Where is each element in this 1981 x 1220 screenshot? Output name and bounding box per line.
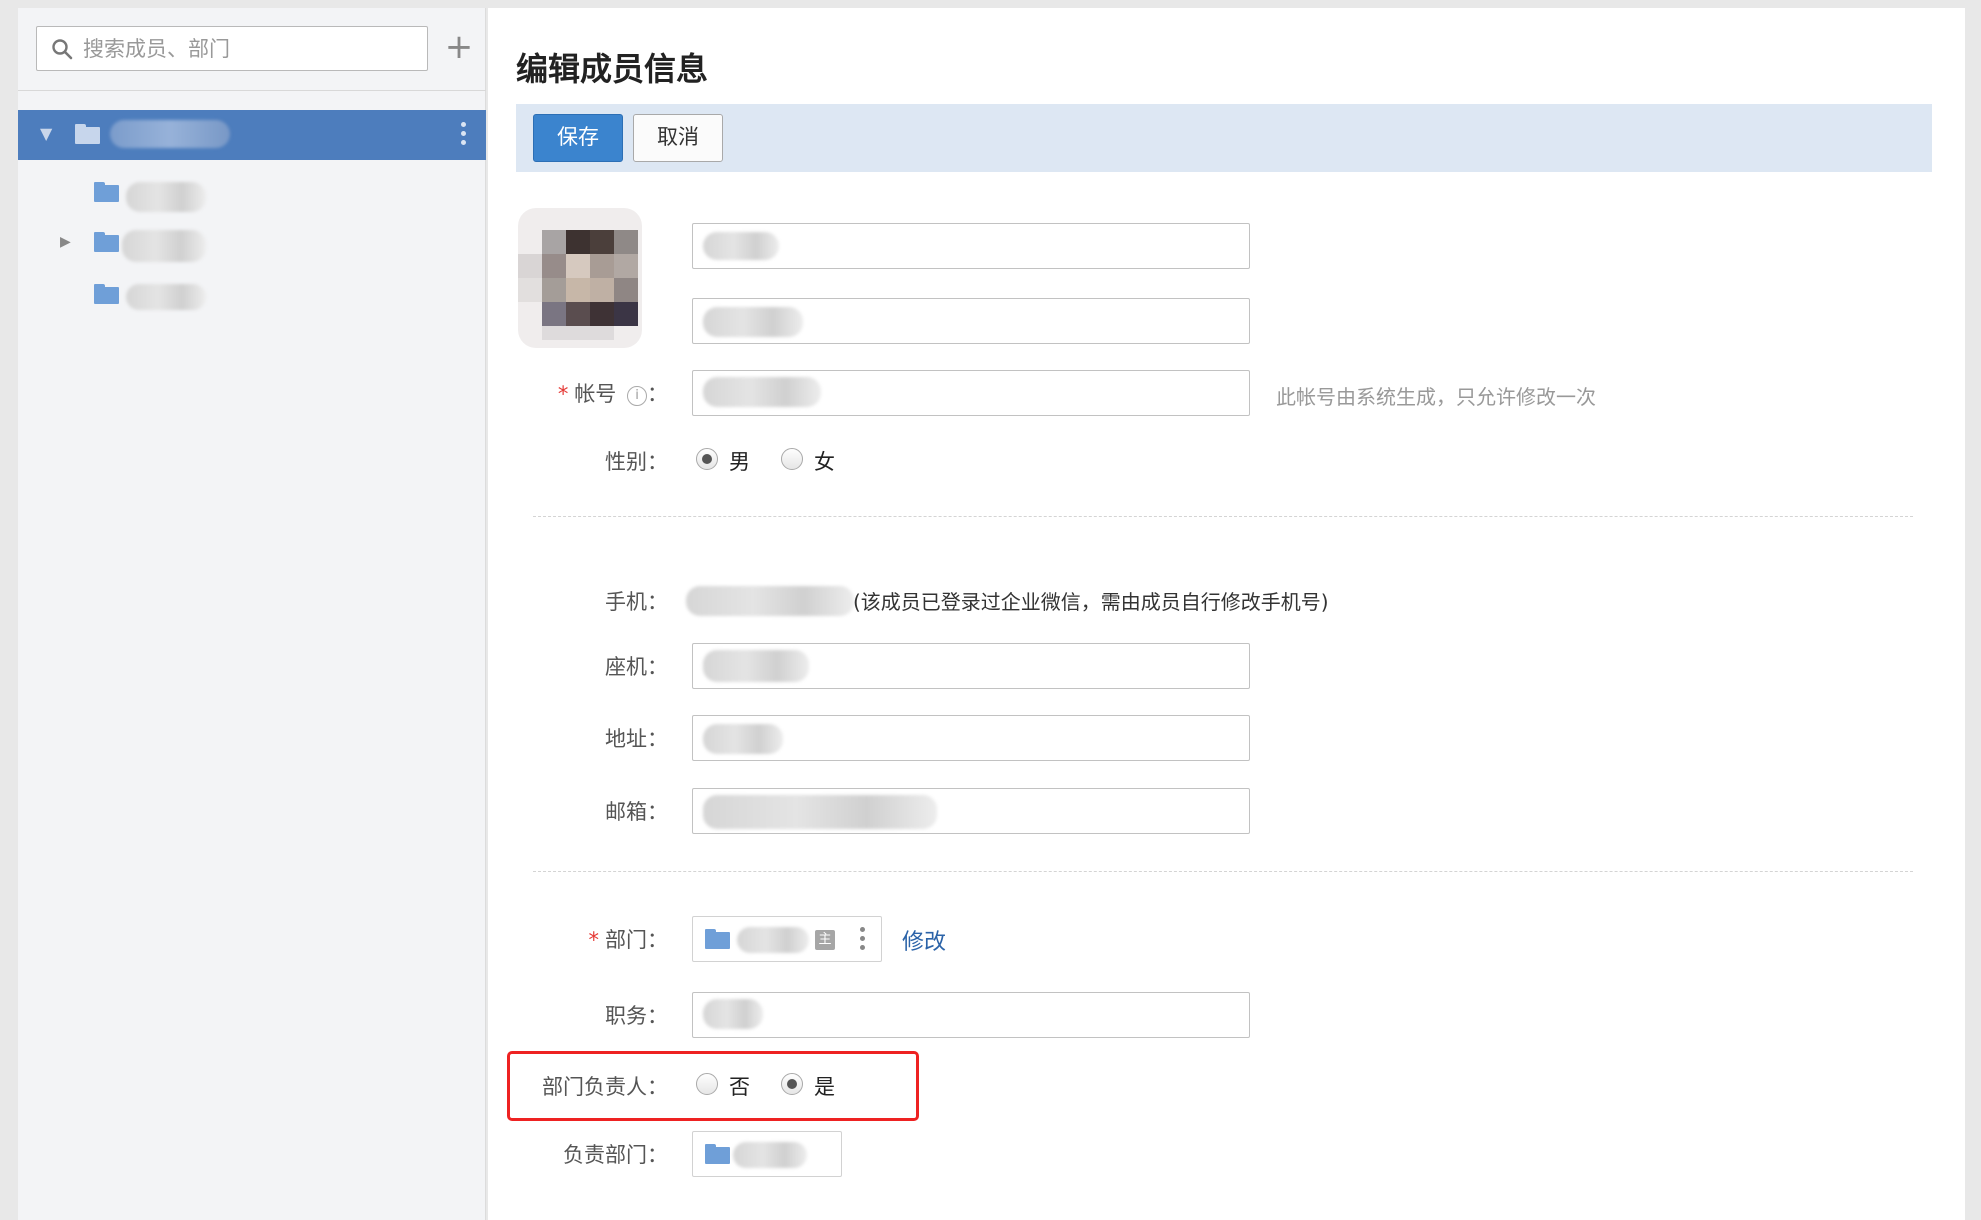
landline-field[interactable]: [692, 643, 1250, 689]
dept-head-label: 部门负责人：: [542, 1075, 668, 1099]
dept-head-no-radio[interactable]: [696, 1073, 718, 1095]
add-button[interactable]: +: [442, 30, 476, 66]
alias-field[interactable]: [692, 298, 1250, 344]
email-label: 邮箱：: [605, 800, 668, 824]
redacted-name: [122, 230, 206, 262]
info-icon[interactable]: i: [627, 386, 647, 406]
redacted-value: [703, 650, 809, 682]
folder-icon: [705, 1144, 730, 1164]
tree-item[interactable]: [18, 270, 486, 320]
cancel-button[interactable]: 取消: [633, 114, 723, 162]
main-panel: 编辑成员信息 保存 取消 * 帐号 i ： 此帐号由系统生成，只允许修改一次 性…: [488, 8, 1965, 1220]
page-title: 编辑成员信息: [516, 50, 709, 88]
folder-icon: [705, 929, 730, 949]
redacted-value: [703, 795, 937, 829]
more-vertical-icon[interactable]: [860, 927, 866, 953]
account-hint: 此帐号由系统生成，只允许修改一次: [1276, 385, 1596, 409]
folder-icon: [75, 124, 100, 144]
department-label: * 部门：: [588, 928, 669, 952]
folder-icon: [94, 182, 119, 202]
redacted-name: [126, 284, 206, 310]
dept-head-no-label[interactable]: 否: [729, 1071, 750, 1101]
position-label: 职务：: [605, 1004, 668, 1028]
redacted-value: [703, 232, 779, 260]
caret-down-icon[interactable]: ▼: [40, 124, 52, 143]
search-icon: [52, 39, 73, 60]
position-field[interactable]: [692, 992, 1250, 1038]
gender-male-radio[interactable]: [696, 448, 718, 470]
dept-head-yes-radio[interactable]: [781, 1073, 803, 1095]
account-label: * 帐号 i：: [557, 382, 668, 406]
mobile-label: 手机：: [605, 590, 668, 614]
save-button[interactable]: 保存: [533, 114, 623, 162]
redacted-name: [126, 182, 206, 212]
tree-item[interactable]: [18, 170, 486, 220]
gender-female-label[interactable]: 女: [814, 446, 835, 476]
folder-icon: [94, 284, 119, 304]
redacted-value: [703, 377, 821, 407]
avatar[interactable]: [518, 208, 642, 348]
tree-item[interactable]: ▶: [18, 220, 486, 270]
gender-label: 性别：: [605, 450, 668, 474]
search-box[interactable]: [36, 26, 428, 71]
folder-icon: [94, 232, 119, 252]
gender-male-label[interactable]: 男: [729, 446, 750, 476]
redacted-value: [703, 307, 803, 337]
redacted-value: [737, 927, 809, 953]
redacted-value: [733, 1142, 807, 1168]
dept-head-yes-label[interactable]: 是: [814, 1071, 835, 1101]
landline-label: 座机：: [605, 655, 668, 679]
email-field[interactable]: [692, 788, 1250, 834]
redacted-value: [686, 586, 854, 616]
caret-right-icon[interactable]: ▶: [60, 234, 71, 250]
redacted-value: [703, 999, 763, 1029]
more-vertical-icon[interactable]: [461, 122, 467, 148]
sidebar: + ▼ ▶: [18, 8, 486, 1220]
address-field[interactable]: [692, 715, 1250, 761]
toolbar: 保存 取消: [516, 104, 1932, 172]
search-row: +: [18, 8, 486, 91]
edit-department-link[interactable]: 修改: [902, 924, 946, 956]
divider: [533, 871, 1913, 872]
gender-female-radio[interactable]: [781, 448, 803, 470]
search-input[interactable]: [83, 27, 413, 70]
main-dept-badge: 主: [815, 930, 835, 950]
account-field[interactable]: [692, 370, 1250, 416]
managed-dept-label: 负责部门：: [563, 1143, 668, 1167]
managed-dept-chip[interactable]: [692, 1131, 842, 1177]
divider: [533, 516, 1913, 517]
redacted-name: [110, 120, 230, 148]
redacted-value: [703, 724, 783, 754]
tree-item-root[interactable]: ▼: [18, 110, 486, 160]
department-chip[interactable]: 主: [692, 916, 882, 962]
name-field[interactable]: [692, 223, 1250, 269]
address-label: 地址：: [605, 727, 668, 751]
mobile-note: (该成员已登录过企业微信，需由成员自行修改手机号): [853, 590, 1329, 614]
